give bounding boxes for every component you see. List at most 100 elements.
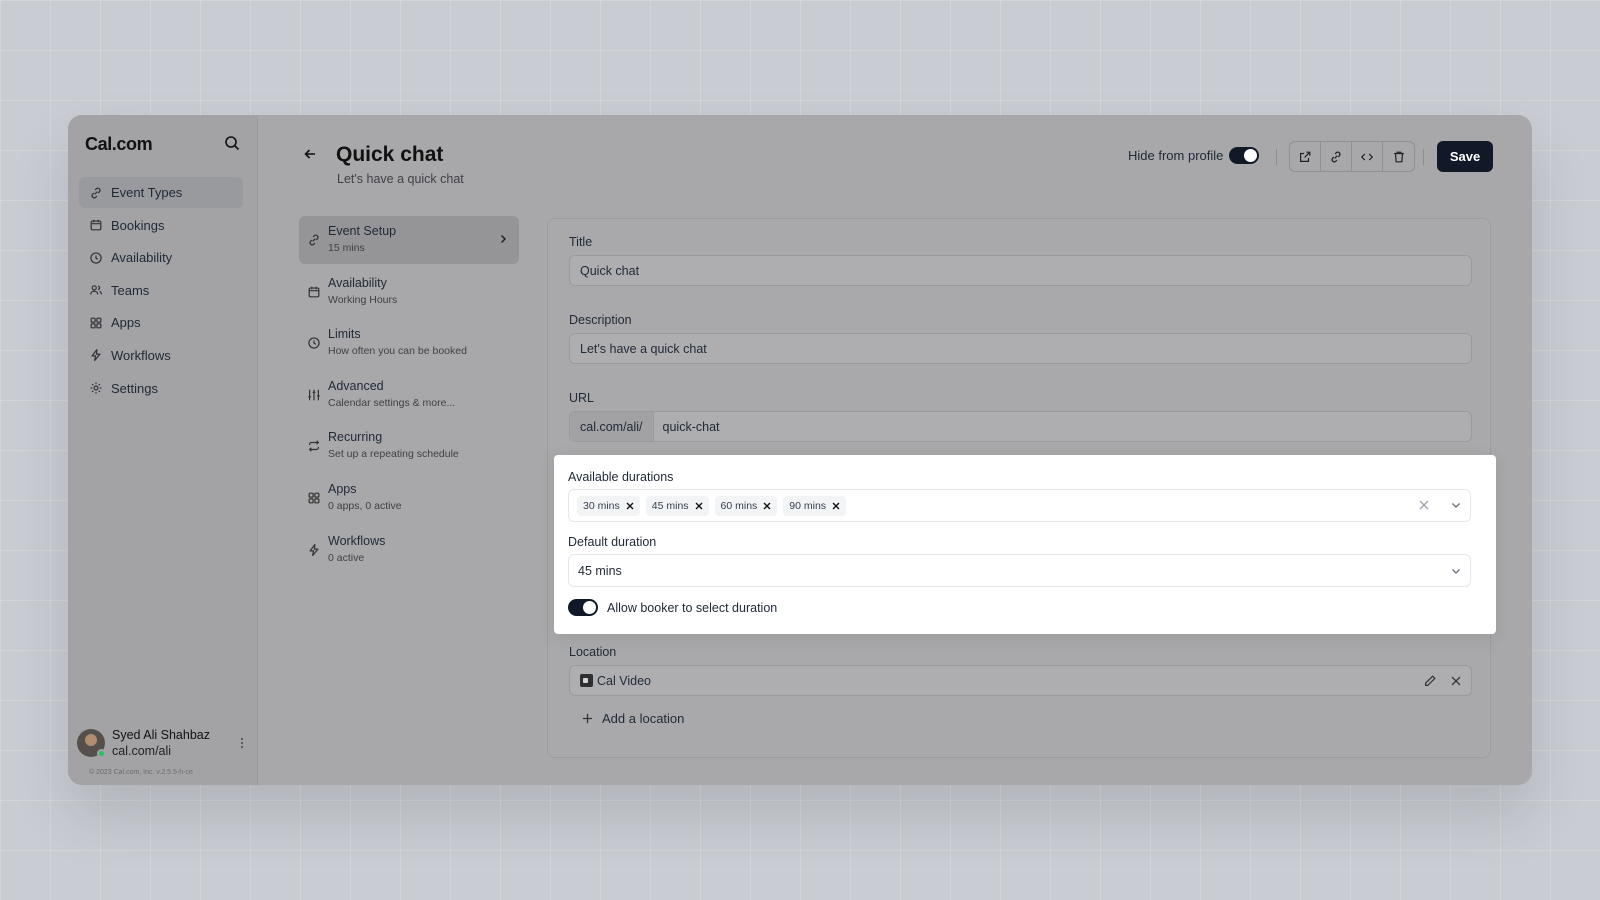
sidebar-item-bookings[interactable]: Bookings	[79, 210, 243, 241]
add-location-label: Add a location	[602, 711, 685, 726]
tab-subtitle: 0 apps, 0 active	[328, 499, 402, 512]
sidebar-item-settings[interactable]: Settings	[79, 373, 243, 404]
add-location-button[interactable]: Add a location	[582, 711, 684, 726]
preview-button[interactable]	[1290, 142, 1321, 171]
sidebar: Cal.com Event Types Bookings Availabilit…	[68, 115, 258, 785]
hide-from-profile-label: Hide from profile	[1128, 148, 1224, 163]
remove-icon[interactable]	[763, 502, 771, 510]
sidebar-item-label: Availability	[111, 250, 173, 266]
plus-icon	[582, 713, 593, 724]
description-input[interactable]: Let's have a quick chat	[569, 333, 1472, 364]
tab-workflows[interactable]: Workflows 0 active	[299, 526, 519, 574]
calendar-icon	[308, 286, 320, 298]
remove-icon[interactable]	[832, 502, 840, 510]
tab-subtitle: Working Hours	[328, 293, 398, 306]
user-profile[interactable]: Syed Ali Shahbaz cal.com/ali	[77, 727, 247, 759]
title-label: Title	[569, 235, 593, 249]
delete-button[interactable]	[1383, 142, 1414, 171]
avatar	[77, 729, 106, 758]
tab-subtitle: Calendar settings & more...	[328, 396, 456, 409]
default-duration-label: Default duration	[568, 535, 657, 549]
copy-link-button[interactable]	[1321, 142, 1352, 171]
hide-from-profile-toggle[interactable]	[1229, 147, 1259, 164]
duration-chip: 90 mins	[783, 495, 847, 516]
video-icon	[580, 674, 593, 687]
tab-title: Recurring	[328, 430, 383, 445]
tab-title: Workflows	[328, 533, 386, 548]
sidebar-item-workflows[interactable]: Workflows	[79, 340, 243, 371]
gear-icon	[90, 382, 102, 394]
location-field[interactable]: Cal Video	[569, 665, 1472, 696]
tab-title: Apps	[328, 481, 357, 496]
tab-limits[interactable]: Limits How often you can be booked	[299, 319, 519, 367]
url-slug-input[interactable]: quick-chat	[654, 420, 720, 434]
duration-chip: 60 mins	[714, 495, 778, 516]
sidebar-item-label: Apps	[111, 315, 141, 331]
remove-icon[interactable]	[695, 502, 703, 510]
logo[interactable]: Cal.com	[85, 134, 153, 155]
page-title: Quick chat	[336, 143, 444, 166]
app-window: Cal.com Event Types Bookings Availabilit…	[68, 115, 1532, 785]
url-field: cal.com/ali/ quick-chat	[569, 411, 1472, 442]
select-actions	[1418, 499, 1462, 511]
users-icon	[90, 285, 103, 295]
zap-icon	[91, 349, 101, 362]
back-arrow-icon[interactable]	[302, 146, 318, 162]
tab-event-setup[interactable]: Event Setup 15 mins	[299, 216, 519, 264]
trash-icon	[1393, 151, 1404, 162]
calendar-icon	[90, 219, 102, 231]
link-icon	[1331, 151, 1341, 162]
tab-title: Limits	[328, 327, 361, 342]
clock-icon	[308, 337, 320, 349]
close-icon[interactable]	[1449, 674, 1463, 688]
sidebar-item-availability[interactable]: Availability	[79, 242, 243, 273]
code-icon	[1360, 153, 1374, 160]
external-link-icon	[1300, 151, 1311, 162]
grid-icon	[90, 317, 102, 329]
more-vertical-icon[interactable]	[237, 735, 247, 751]
page-subtitle: Let's have a quick chat	[337, 172, 464, 186]
grid-icon	[308, 492, 320, 504]
location-value: Cal Video	[597, 673, 651, 688]
description-label: Description	[569, 313, 632, 327]
tab-recurring[interactable]: Recurring Set up a repeating schedule	[299, 422, 519, 470]
clear-icon[interactable]	[1418, 499, 1430, 511]
sidebar-item-label: Bookings	[111, 217, 165, 233]
sidebar-item-label: Teams	[111, 282, 150, 298]
tab-subtitle: How often you can be booked	[328, 345, 467, 358]
tab-subtitle: Set up a repeating schedule	[328, 448, 459, 461]
url-label: URL	[569, 391, 595, 405]
allow-booker-duration-toggle[interactable]	[568, 599, 598, 616]
sidebar-item-apps[interactable]: Apps	[79, 307, 243, 338]
duration-chip: 30 mins	[577, 495, 640, 516]
tab-subtitle: 0 active	[328, 551, 365, 564]
copyright-text: © 2023 Cal.com, Inc. v.2.5.5-h-ce	[89, 769, 193, 776]
user-name: Syed Ali Shahbaz	[112, 728, 210, 742]
remove-icon[interactable]	[626, 502, 634, 510]
url-prefix: cal.com/ali/	[570, 412, 654, 441]
chip-label: 90 mins	[789, 499, 827, 512]
tab-subtitle: 15 mins	[328, 242, 365, 254]
sidebar-item-event-types[interactable]: Event Types	[79, 177, 243, 208]
title-input[interactable]: Quick chat	[569, 255, 1472, 286]
default-duration-select[interactable]: 45 mins	[568, 554, 1471, 587]
embed-button[interactable]	[1352, 142, 1383, 171]
event-settings-tabs: Event Setup 15 mins Availability Working…	[299, 216, 519, 577]
sidebar-item-teams[interactable]: Teams	[79, 275, 243, 306]
pencil-icon[interactable]	[1423, 674, 1437, 688]
durations-panel: Available durations 30 mins 45 mins 60 m…	[554, 455, 1496, 634]
save-button[interactable]: Save	[1437, 141, 1493, 172]
available-durations-select[interactable]: 30 mins 45 mins 60 mins 90 mins	[568, 489, 1471, 522]
link-icon	[309, 234, 319, 246]
clock-icon	[90, 251, 102, 264]
sliders-icon	[308, 389, 320, 401]
search-icon[interactable]	[224, 135, 242, 153]
allow-booker-duration-label: Allow booker to select duration	[607, 601, 778, 615]
tab-apps[interactable]: Apps 0 apps, 0 active	[299, 474, 519, 522]
tab-title: Event Setup	[328, 224, 397, 238]
chevron-down-icon[interactable]	[1450, 499, 1462, 511]
chip-label: 30 mins	[583, 499, 620, 512]
tab-availability[interactable]: Availability Working Hours	[299, 268, 519, 316]
chevron-right-icon	[500, 234, 507, 244]
tab-advanced[interactable]: Advanced Calendar settings & more...	[299, 371, 519, 419]
